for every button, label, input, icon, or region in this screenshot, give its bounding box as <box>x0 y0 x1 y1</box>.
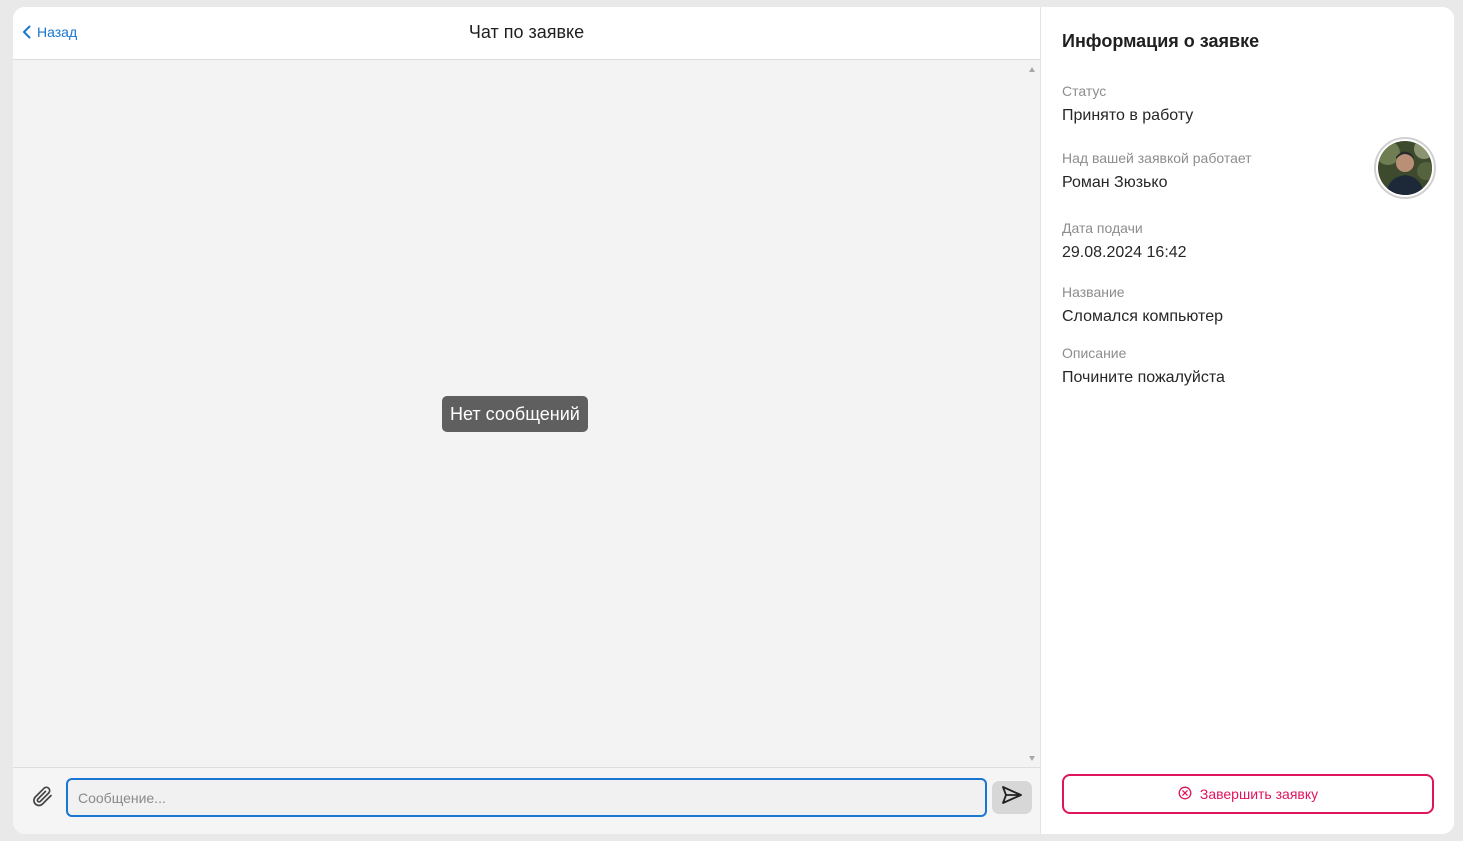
date-field: Дата подачи 29.08.2024 16:42 <box>1062 219 1187 263</box>
finish-ticket-label: Завершить заявку <box>1199 786 1319 802</box>
date-value: 29.08.2024 16:42 <box>1062 244 1187 261</box>
status-label: Статус <box>1062 83 1107 99</box>
status-value: Принято в работу <box>1062 107 1194 124</box>
messages-area[interactable]: Нет сообщений <box>13 60 1040 767</box>
attach-button[interactable] <box>29 785 55 811</box>
name-field: Название Сломался компьютер <box>1062 283 1223 327</box>
date-label: Дата подачи <box>1062 220 1143 236</box>
name-value: Сломался компьютер <box>1062 308 1223 325</box>
assignee-value: Роман Зюзько <box>1062 174 1168 191</box>
chat-title: Чат по заявке <box>468 22 585 42</box>
scroll-down-arrow[interactable] <box>1029 756 1035 761</box>
message-input[interactable] <box>66 778 987 817</box>
ticket-chat-card: Назад Чат по заявке Нет сообщений Сообще… <box>13 7 1454 834</box>
paperclip-icon <box>30 784 54 813</box>
chat-header: Назад Чат по заявке <box>13 7 1040 60</box>
close-circle-icon <box>1178 786 1192 803</box>
info-title: Информация о заявке <box>1062 31 1260 51</box>
description-field: Описание Почините пожалуйста <box>1062 344 1225 388</box>
assignee-field: Над вашей заявкой работает Роман Зюзько <box>1062 149 1252 193</box>
message-composer <box>13 767 1040 834</box>
name-label: Название <box>1062 284 1125 300</box>
description-value: Почините пожалуйста <box>1062 369 1225 386</box>
send-icon <box>1001 785 1023 810</box>
avatar <box>1374 137 1436 199</box>
assignee-label: Над вашей заявкой работает <box>1062 150 1252 166</box>
scroll-up-arrow[interactable] <box>1029 67 1035 72</box>
send-button[interactable] <box>992 781 1032 814</box>
description-label: Описание <box>1062 345 1127 361</box>
status-field: Статус Принято в работу <box>1062 82 1193 126</box>
ticket-info-panel: Информация о заявке Статус Принято в раб… <box>1041 7 1454 834</box>
chat-panel: Назад Чат по заявке Нет сообщений <box>13 7 1041 834</box>
finish-ticket-button[interactable]: Завершить заявку <box>1062 774 1434 814</box>
empty-messages-badge: Нет сообщений <box>442 396 588 432</box>
